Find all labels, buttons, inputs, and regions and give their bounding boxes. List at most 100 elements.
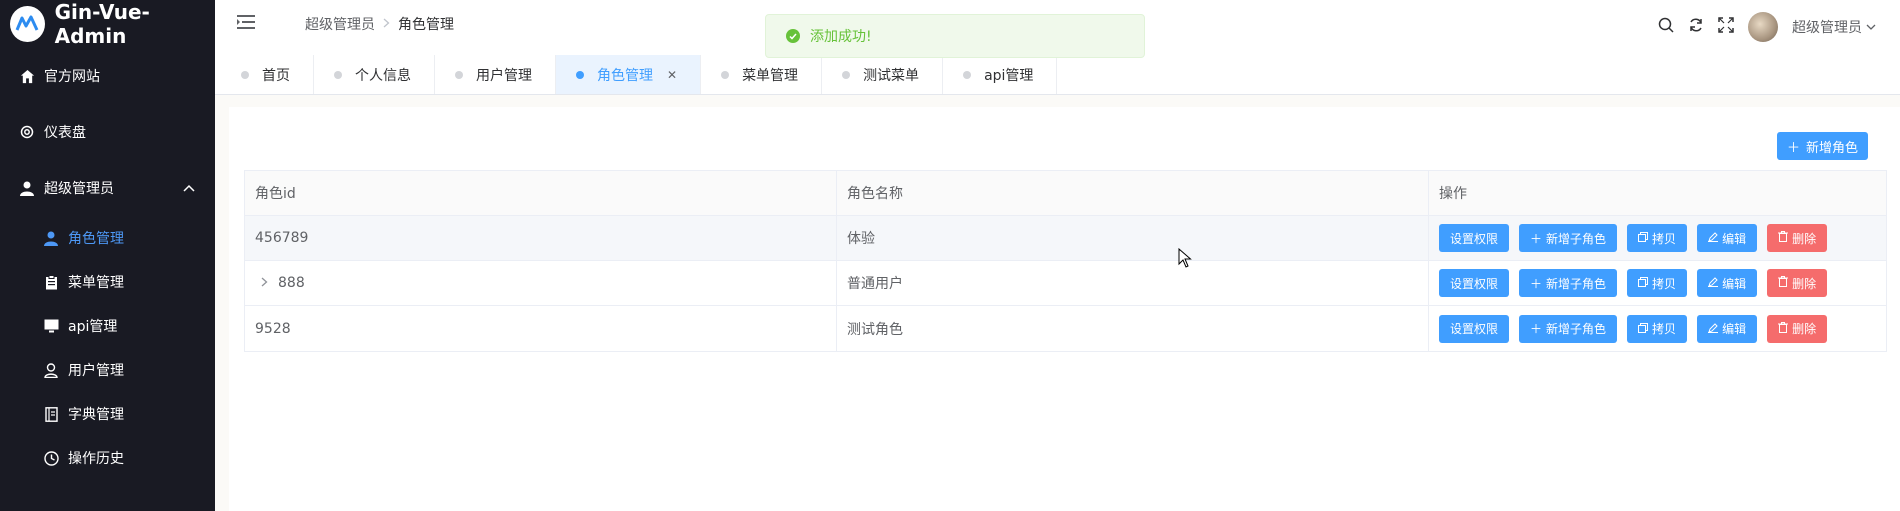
- delete-button[interactable]: 删除: [1767, 224, 1828, 252]
- sidebar-item-label: 角色管理: [68, 231, 124, 247]
- expand-row-icon[interactable]: [261, 276, 268, 290]
- check-circle-icon: [786, 29, 800, 43]
- trash-icon: [1778, 276, 1789, 290]
- sidebar-item-operation-history[interactable]: 操作历史: [0, 436, 215, 480]
- sidebar-item-label: 用户管理: [68, 363, 124, 379]
- copy-button[interactable]: 拷贝: [1627, 314, 1688, 343]
- plus-icon: ＋: [1530, 276, 1543, 291]
- table-row[interactable]: 888 普通用户 设置权限 ＋新增子角色 拷贝 编辑 删除: [245, 261, 1886, 306]
- sidebar-item-menu-management[interactable]: 菜单管理: [0, 260, 215, 304]
- breadcrumb-item[interactable]: 超级管理员: [305, 14, 375, 34]
- user-icon: [42, 229, 60, 247]
- avatar[interactable]: [1748, 12, 1778, 42]
- sidebar-item-label: 字典管理: [68, 407, 124, 423]
- sidebar-item-label: 操作历史: [68, 451, 124, 467]
- fullscreen-icon[interactable]: [1718, 17, 1734, 37]
- button-label: 设置权限: [1450, 276, 1499, 291]
- sidebar: Gin-Vue-Admin 官方网站 仪表盘 超级管理员 角色管理 菜单管理 a…: [0, 0, 215, 511]
- trash-icon: [1778, 231, 1789, 245]
- button-label: 设置权限: [1450, 322, 1499, 336]
- user-outline-icon: [42, 361, 60, 379]
- edit-icon: [1708, 322, 1719, 336]
- logo-icon: [10, 6, 45, 42]
- header-role-id[interactable]: 角色id: [245, 171, 837, 215]
- close-icon[interactable]: ✕: [667, 68, 677, 82]
- user-menu[interactable]: 超级管理员: [1792, 17, 1876, 37]
- refresh-icon[interactable]: [1688, 17, 1704, 37]
- tab-role-management[interactable]: 角色管理 ✕: [556, 55, 702, 94]
- table-row[interactable]: 456789 体验 设置权限 ＋新增子角色 拷贝 编辑 删除: [245, 216, 1886, 261]
- chevron-down-icon: [1866, 19, 1876, 35]
- search-icon[interactable]: [1658, 17, 1674, 37]
- button-label: 拷贝: [1652, 231, 1677, 246]
- tab-menu-management[interactable]: 菜单管理: [701, 55, 823, 94]
- sidebar-item-role-management[interactable]: 角色管理: [0, 216, 215, 260]
- button-label: 删除: [1792, 276, 1817, 291]
- add-child-role-button[interactable]: ＋新增子角色: [1519, 314, 1618, 343]
- tab-dot: [334, 70, 342, 79]
- edit-button[interactable]: 编辑: [1697, 224, 1758, 252]
- sidebar-item-super-admin[interactable]: 超级管理员: [0, 160, 215, 216]
- sidebar-item-label: 菜单管理: [68, 275, 124, 291]
- tab-dot: [963, 70, 972, 79]
- edit-button[interactable]: 编辑: [1697, 314, 1758, 343]
- role-id: 9528: [255, 320, 291, 337]
- table-header-row: 角色id 角色名称 操作: [245, 171, 1886, 216]
- clipboard-icon: [42, 273, 60, 291]
- tab-dot: [455, 70, 463, 79]
- set-permission-button[interactable]: 设置权限: [1439, 269, 1510, 297]
- edit-button[interactable]: 编辑: [1697, 269, 1758, 297]
- button-label: 设置权限: [1450, 231, 1499, 246]
- add-child-role-button[interactable]: ＋新增子角色: [1519, 224, 1618, 252]
- button-label: 编辑: [1722, 276, 1747, 291]
- sidebar-item-dashboard[interactable]: 仪表盘: [0, 104, 215, 160]
- table-row[interactable]: 9528 测试角色 设置权限 ＋新增子角色 拷贝 编辑 删除: [245, 306, 1886, 351]
- success-toast: 添加成功!: [765, 14, 1145, 58]
- set-permission-button[interactable]: 设置权限: [1439, 314, 1510, 343]
- app-title: Gin-Vue-Admin: [54, 0, 150, 48]
- tab-dot: [241, 70, 249, 79]
- header-tools: 超级管理员: [1658, 12, 1876, 42]
- tab-label: 菜单管理: [742, 67, 799, 84]
- copy-icon: [1638, 322, 1649, 336]
- sidebar-item-official-site[interactable]: 官方网站: [0, 48, 215, 104]
- set-permission-button[interactable]: 设置权限: [1439, 224, 1510, 252]
- tab-api-management[interactable]: api管理: [943, 55, 1058, 94]
- tab-label: 测试菜单: [863, 67, 920, 84]
- role-name: 普通用户: [847, 276, 903, 292]
- sidebar-item-label: 超级管理员: [44, 181, 114, 197]
- copy-button[interactable]: 拷贝: [1627, 224, 1688, 252]
- button-label: 编辑: [1722, 231, 1747, 246]
- chevron-up-icon: [183, 180, 195, 196]
- button-label: 删除: [1792, 322, 1817, 336]
- tab-user-management[interactable]: 用户管理: [435, 55, 556, 94]
- brand[interactable]: Gin-Vue-Admin: [0, 0, 215, 48]
- sidebar-item-api-management[interactable]: api管理: [0, 304, 215, 348]
- sidebar-item-user-management[interactable]: 用户管理: [0, 348, 215, 392]
- tab-home[interactable]: 首页: [221, 55, 314, 94]
- button-label: 编辑: [1722, 322, 1747, 336]
- role-id: 456789: [255, 230, 309, 246]
- delete-button[interactable]: 删除: [1767, 269, 1828, 297]
- plus-icon: ＋: [1530, 322, 1543, 336]
- delete-button[interactable]: 删除: [1767, 314, 1828, 343]
- plus-icon: ＋: [1530, 231, 1543, 246]
- tab-test-menu[interactable]: 测试菜单: [822, 55, 944, 94]
- button-label: 拷贝: [1652, 322, 1677, 336]
- tab-label: 用户管理: [476, 67, 532, 84]
- copy-button[interactable]: 拷贝: [1627, 269, 1688, 297]
- tab-profile[interactable]: 个人信息: [314, 55, 435, 94]
- menu-toggle-icon[interactable]: [237, 14, 255, 34]
- add-child-role-button[interactable]: ＋新增子角色: [1519, 269, 1618, 297]
- header-role-name[interactable]: 角色名称: [837, 171, 1429, 215]
- button-label: 新增子角色: [1546, 276, 1607, 291]
- tab-label: 个人信息: [355, 67, 411, 84]
- button-label: 新增子角色: [1546, 322, 1607, 336]
- add-role-button[interactable]: ＋ 新增角色: [1776, 132, 1868, 160]
- main-content: ＋ 新增角色 角色id 角色名称 操作 456789 体验 设置权限 ＋新增子角…: [229, 107, 1900, 511]
- tab-label: 角色管理: [597, 67, 653, 84]
- sidebar-item-label: 仪表盘: [44, 125, 86, 141]
- add-role-label: 新增角色: [1805, 139, 1858, 155]
- sidebar-item-dictionary-management[interactable]: 字典管理: [0, 392, 215, 436]
- tab-dot: [721, 70, 730, 79]
